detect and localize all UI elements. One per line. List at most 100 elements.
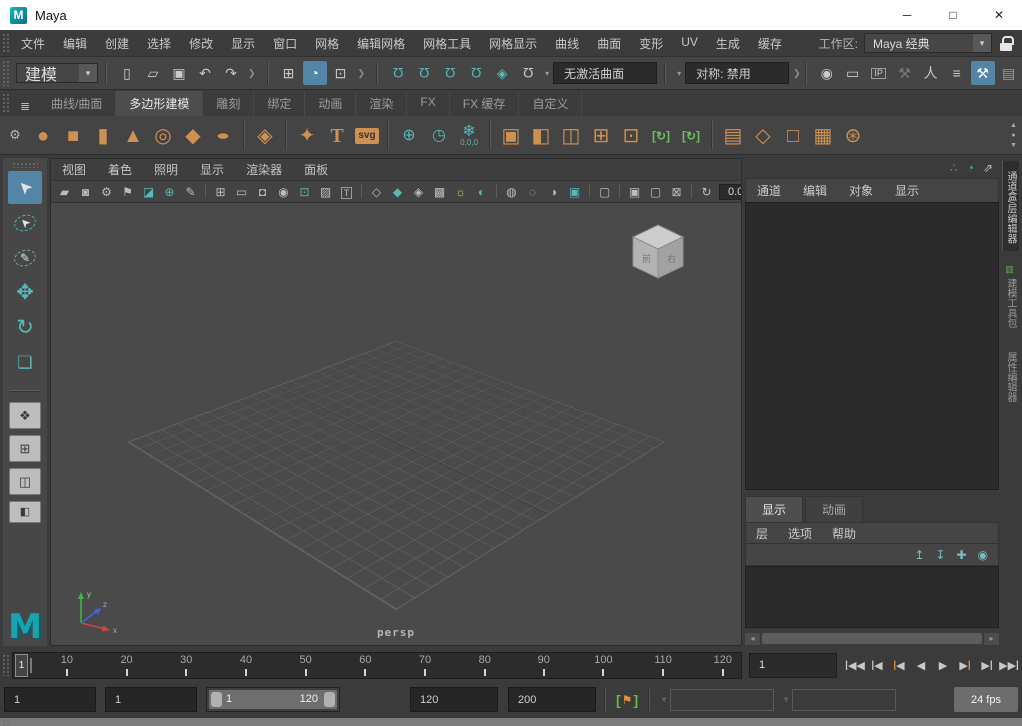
render-view-icon[interactable]: ◉: [815, 61, 839, 85]
delete-history-icon[interactable]: ◷: [424, 118, 454, 152]
pan-zoom-icon[interactable]: ⊕: [159, 186, 180, 198]
play-forward-button[interactable]: ▶: [932, 653, 954, 677]
bookmark-icon[interactable]: ⚑: [117, 186, 138, 198]
tab-modeling-toolkit[interactable]: ▥ 建模工具包: [1002, 258, 1019, 335]
menu-item[interactable]: 曲面: [588, 35, 630, 52]
menu-item[interactable]: 窗口: [264, 35, 306, 52]
shadows-icon[interactable]: ◐: [471, 186, 492, 198]
layer-list[interactable]: [745, 566, 999, 628]
shelf-scroll-handle-icon[interactable]: ●: [1011, 132, 1015, 139]
shelf-tab[interactable]: 自定义: [519, 91, 582, 116]
chevron-down-icon[interactable]: ▾: [677, 69, 681, 78]
render-current-frame-icon[interactable]: ▭: [841, 61, 865, 85]
paint-select-tool[interactable]: ✎: [8, 241, 42, 274]
camera-icon[interactable]: ▰: [54, 186, 75, 198]
render-settings-icon[interactable]: ⚒: [893, 61, 917, 85]
select-by-object-icon[interactable]: ◔: [303, 61, 327, 85]
merge-icon[interactable]: ⊡: [616, 118, 646, 152]
speed-state-icon[interactable]: ◔: [967, 162, 974, 174]
channel-box-menu-item[interactable]: 通道: [746, 182, 792, 199]
ambient-occlusion-icon[interactable]: ◍: [501, 186, 522, 198]
chevron-down-icon[interactable]: ▾: [545, 69, 549, 78]
drag-handle[interactable]: [2, 654, 10, 676]
lasso-select-tool[interactable]: ➤: [8, 206, 42, 239]
channel-box-menu-item[interactable]: 显示: [884, 182, 930, 199]
svg-tool-icon[interactable]: svg: [352, 118, 382, 152]
tool-settings-icon[interactable]: ⚒: [971, 61, 995, 85]
poly-cube-icon[interactable]: ■: [58, 118, 88, 152]
poly-torus-icon[interactable]: ◎: [148, 118, 178, 152]
panel-menu-item[interactable]: 照明: [143, 161, 189, 178]
rotate-tool[interactable]: ↻: [8, 311, 42, 344]
channel-box-menu-item[interactable]: 对象: [838, 182, 884, 199]
separator[interactable]: [484, 118, 496, 152]
snap-to-grid-icon[interactable]: Ω: [386, 61, 410, 85]
view-cube[interactable]: 前 右: [625, 219, 691, 285]
separator[interactable]: [382, 118, 394, 152]
shaded-icon[interactable]: ◆: [387, 186, 408, 198]
separator[interactable]: [280, 118, 292, 152]
viewport-canvas[interactable]: 前 右 y x z persp: [51, 203, 741, 645]
textured-icon[interactable]: ◈: [408, 186, 429, 198]
animation-start-field[interactable]: 1: [4, 687, 96, 712]
poly-cone-icon[interactable]: ▲: [118, 118, 148, 152]
bridge-icon[interactable]: ◇: [748, 118, 778, 152]
step-back-frame-button[interactable]: | ◀: [866, 653, 888, 677]
step-back-key-button[interactable]: | ◀: [888, 653, 910, 677]
step-forward-frame-button[interactable]: ▶ |: [976, 653, 998, 677]
grid-toggle-icon[interactable]: ⊞: [210, 186, 231, 198]
maximize-button[interactable]: □: [930, 0, 976, 30]
four-pane-layout-button[interactable]: ⊞: [9, 435, 41, 462]
drag-handle[interactable]: [2, 93, 10, 113]
scale-tool[interactable]: ❏: [8, 346, 42, 379]
menu-item[interactable]: 网格: [306, 35, 348, 52]
poly-disc-icon[interactable]: ●: [208, 118, 238, 152]
separator[interactable]: [238, 118, 250, 152]
multi-cut-icon[interactable]: ▦: [808, 118, 838, 152]
expander-icon[interactable]: ❯: [358, 68, 366, 79]
menu-item[interactable]: 编辑: [54, 35, 96, 52]
animation-end-field[interactable]: 200: [508, 687, 596, 712]
refresh-icon[interactable]: ↻: [696, 186, 717, 198]
smooth-icon[interactable]: ⊛: [838, 118, 868, 152]
layer-editor-menu-item[interactable]: 选项: [778, 525, 822, 542]
workspace-combo[interactable]: Maya 经典 ▾: [864, 33, 992, 53]
playback-end-field[interactable]: 120: [410, 687, 498, 712]
image-plane-icon[interactable]: ◪: [138, 186, 159, 198]
layer-editor-tab[interactable]: 显示: [745, 496, 803, 522]
menu-item[interactable]: 文件: [12, 35, 54, 52]
drag-handle[interactable]: [12, 162, 38, 168]
boolean-icon[interactable]: ⊞: [586, 118, 616, 152]
combine-icon[interactable]: ▣: [496, 118, 526, 152]
minimize-button[interactable]: ─: [884, 0, 930, 30]
create-layer-from-selected-icon[interactable]: ◉: [978, 549, 988, 561]
outliner-persp-layout-button[interactable]: ◧: [9, 501, 41, 523]
workspace-lock-icon[interactable]: [1000, 36, 1012, 51]
character-set-combo[interactable]: [670, 689, 774, 711]
go-to-start-button[interactable]: | ◀◀: [844, 653, 866, 677]
shelf-tab[interactable]: FX 缓存: [450, 91, 520, 116]
menu-item[interactable]: 曲线: [546, 35, 588, 52]
graph-icon[interactable]: ⇗: [983, 162, 993, 174]
go-to-end-button[interactable]: ▶▶ |: [998, 653, 1020, 677]
step-forward-key-button[interactable]: ▶ |: [954, 653, 976, 677]
active-surface-field[interactable]: 无激活曲面: [553, 62, 657, 84]
scroll-right-icon[interactable]: ▸: [984, 633, 999, 645]
multisample-icon[interactable]: ◑: [543, 186, 564, 198]
poly-sphere-icon[interactable]: ●: [28, 118, 58, 152]
current-time-field[interactable]: 1: [749, 653, 837, 678]
chevron-down-icon[interactable]: ▿: [784, 695, 788, 704]
shelf-menu-icon[interactable]: ≣: [12, 99, 38, 113]
undo-icon[interactable]: ↶: [193, 61, 217, 85]
new-scene-icon[interactable]: ▯: [115, 61, 139, 85]
move-layer-down-icon[interactable]: ↧: [935, 549, 945, 561]
camera-lock-icon[interactable]: ◙: [75, 186, 96, 198]
shelf-tab[interactable]: 动画: [305, 91, 356, 116]
drag-handle[interactable]: [2, 60, 10, 86]
current-frame-marker[interactable]: 1: [15, 654, 28, 677]
snap-to-curve-icon[interactable]: Ω: [412, 61, 436, 85]
bake-transform-icon[interactable]: [↻]: [646, 118, 676, 152]
panel-menu-item[interactable]: 渲染器: [235, 161, 293, 178]
motion-blur-icon[interactable]: ◌: [522, 186, 543, 198]
menu-item[interactable]: 创建: [96, 35, 138, 52]
